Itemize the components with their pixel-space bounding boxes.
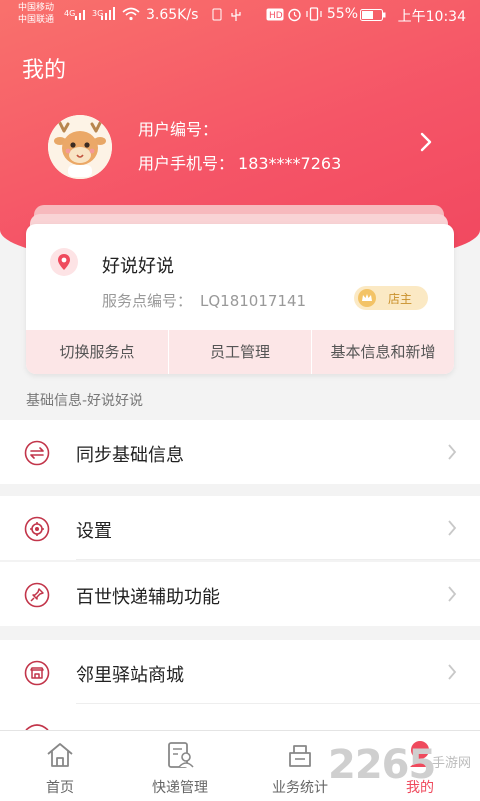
service-point-code: LQ181017141 (200, 292, 307, 310)
svg-text:HD: HD (269, 11, 283, 21)
menu-item-label: 同步基础信息 (76, 445, 184, 466)
menu-item-label: 百世快递辅助功能 (76, 587, 220, 608)
profile-chevron-right-icon[interactable] (418, 130, 434, 154)
home-icon (47, 743, 73, 767)
shop-name: 好说好说 (102, 256, 174, 277)
user-phone-label: 用户手机号： (138, 154, 235, 173)
vibrate-icon (306, 7, 322, 21)
menu-item-assist[interactable]: 百世快递辅助功能 (0, 562, 480, 626)
wifi-icon (122, 7, 140, 21)
menu-item-label: 邻里驿站商城 (76, 665, 184, 686)
menu-item-sync[interactable]: 同步基础信息 (0, 420, 480, 484)
role-badge: 店主 (354, 286, 428, 310)
user-phone-row: 用户手机号： 183****7263 (138, 150, 341, 174)
shop-icon (24, 660, 50, 686)
battery-percent: 55% (326, 6, 358, 22)
sync-icon (24, 440, 50, 466)
menu-item-mall[interactable]: 邻里驿站商城 (0, 640, 480, 704)
crown-icon (358, 289, 376, 307)
carrier-labels: 中国移动 中国联通 (18, 2, 54, 26)
user-phone-number: 183****7263 (238, 154, 342, 173)
chevron-right-icon (448, 444, 457, 460)
service-point-label: 服务点编号： (102, 292, 193, 310)
chevron-right-icon (448, 586, 457, 602)
network-speed: 3.65K/s (146, 7, 199, 23)
nav-home[interactable]: 首页 (0, 731, 120, 801)
menu-item-label: 设置 (76, 521, 112, 542)
pin-tool-icon (24, 582, 50, 608)
deer-mascot-icon (48, 115, 112, 179)
service-point-row: 服务点编号： LQ181017141 (102, 290, 306, 311)
signal-icon (75, 10, 85, 20)
nav-label: 快递管理 (152, 780, 208, 796)
statistics-icon (289, 745, 311, 767)
menu-item-partial (0, 704, 480, 730)
location-pin-icon (50, 248, 78, 276)
section-label: 基础信息-好说好说 (26, 393, 144, 409)
status-bar: 中国移动 中国联通 4G 3G 3.65K/s HD 55% 上午10:34 (0, 0, 480, 30)
card-action-bar: 切换服务点 员工管理 基本信息和新增 (26, 330, 454, 374)
battery-icon (360, 9, 386, 21)
watermark-suffix: 手游网 (432, 756, 472, 771)
carrier-2: 中国联通 (18, 15, 55, 25)
notification-icon (212, 8, 222, 21)
usb-icon (231, 9, 241, 21)
avatar[interactable] (48, 115, 112, 179)
hd-icon: HD (266, 8, 284, 21)
signal-icon-2 (101, 7, 115, 20)
menu-item-settings[interactable]: 设置 (0, 496, 480, 560)
switch-service-point-button[interactable]: 切换服务点 (26, 330, 168, 374)
courier-icon (168, 742, 194, 768)
basic-info-button[interactable]: 基本信息和新增 (311, 330, 454, 374)
watermark-logo: 2265 手游网 (328, 742, 480, 800)
carrier-1: 中国移动 (18, 3, 55, 13)
role-badge-label: 店主 (388, 292, 413, 306)
clock: 上午10:34 (397, 9, 466, 25)
gear-icon (24, 516, 50, 542)
chevron-right-icon (448, 520, 457, 536)
user-id-label: 用户编号： (138, 120, 219, 139)
chevron-right-icon (448, 664, 457, 680)
page-title: 我的 (22, 58, 67, 83)
nav-express[interactable]: 快递管理 (120, 731, 240, 801)
alarm-icon (288, 8, 301, 22)
row-divider (76, 559, 480, 560)
nav-label: 首页 (46, 780, 74, 796)
watermark-brand: 2265 (328, 742, 436, 788)
service-point-card: 好说好说 服务点编号： LQ181017141 店主 切换服务点 员工管理 基本信… (26, 224, 454, 374)
staff-management-button[interactable]: 员工管理 (168, 330, 311, 374)
